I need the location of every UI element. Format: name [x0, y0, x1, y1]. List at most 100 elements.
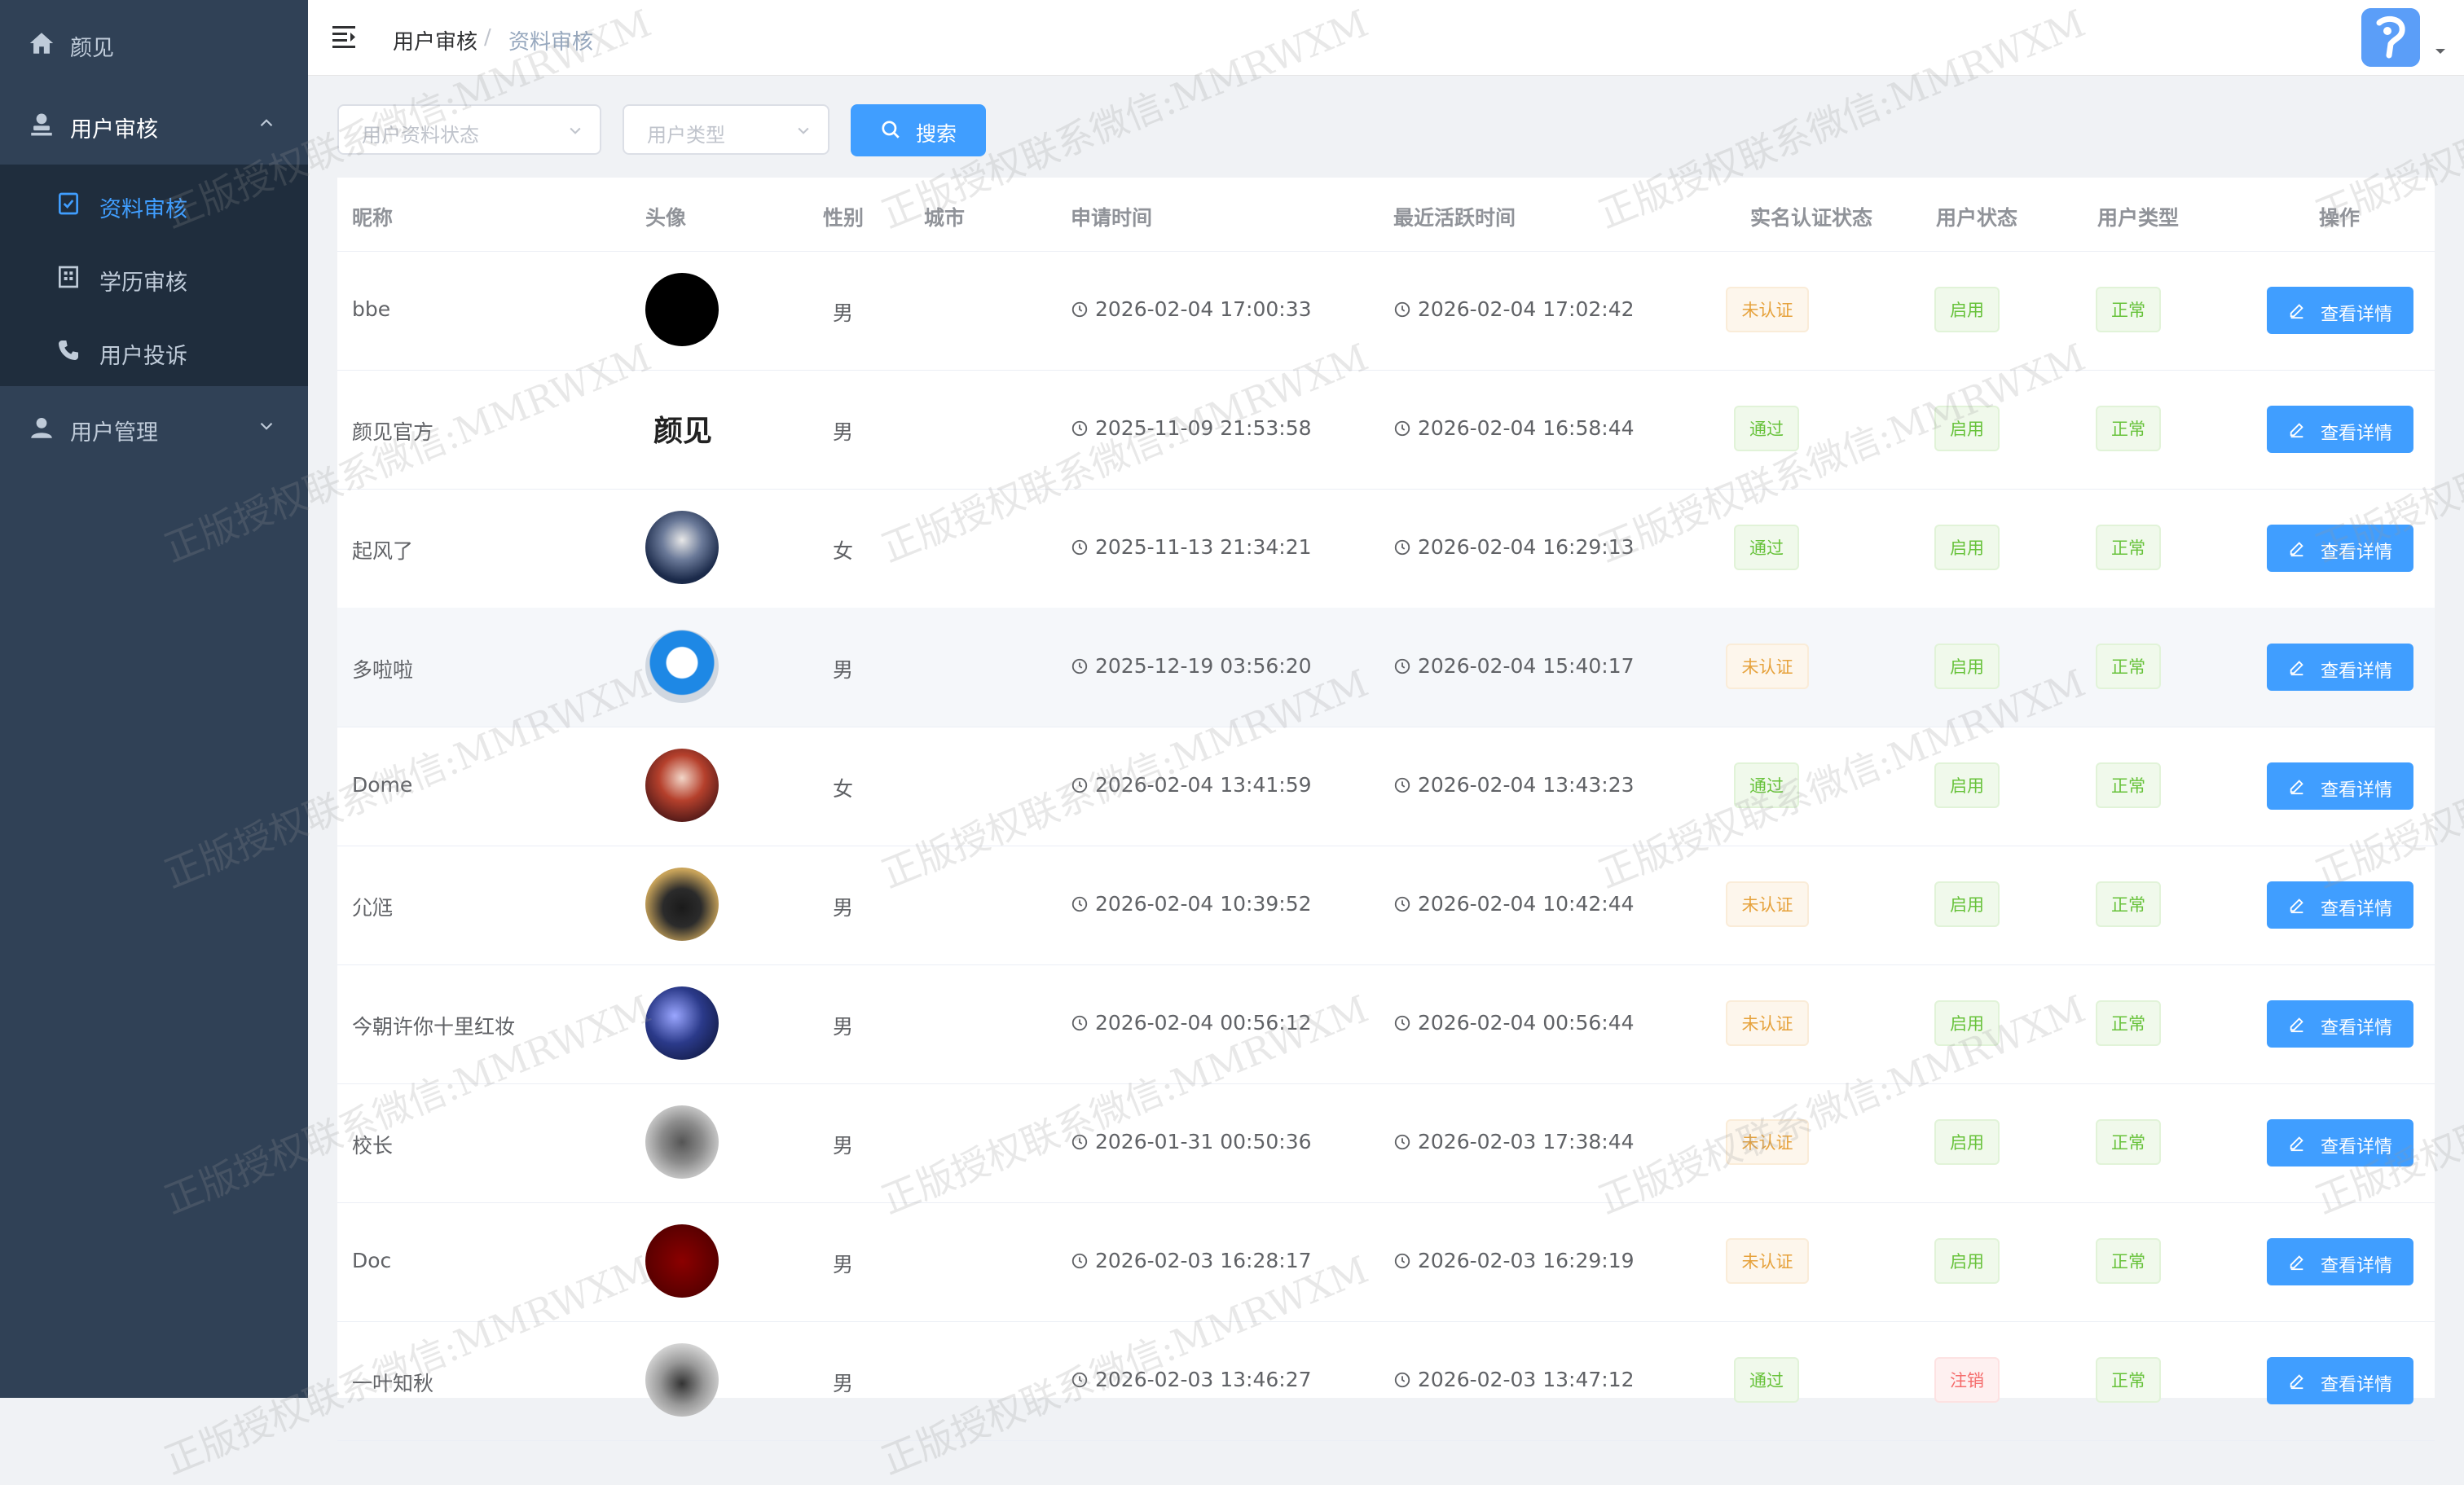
view-details-label: 查看详情	[2321, 305, 2393, 325]
cell-apply-time: 2026-02-04 00:56:12	[1071, 1011, 1312, 1035]
cell-apply-time: 2026-02-03 16:28:17	[1071, 1249, 1312, 1272]
table-row: 今朝许你十里红妆 男 2026-02-04 00:56:12 2026-02-04 0…	[337, 964, 2435, 1084]
breadcrumb-separator: /	[484, 25, 491, 50]
user-type-badge: 正常	[2096, 1000, 2161, 1046]
avatar-logo-text: 颜见	[653, 415, 713, 448]
sidebar-item-profile-audit[interactable]: 资料审核	[0, 168, 308, 241]
apply-time-text: 2026-02-04 00:56:12	[1095, 1011, 1312, 1035]
table-row: 尣尩 男 2026-02-04 10:39:52 2026-02-04 10:42:4…	[337, 846, 2435, 965]
auth-status-badge: 未认证	[1726, 1238, 1809, 1284]
cell-active-time: 2026-02-03 13:47:12	[1393, 1368, 1635, 1391]
cell-gender: 男	[833, 896, 854, 920]
apply-time-text: 2026-01-31 00:50:36	[1095, 1130, 1312, 1153]
col-actions: 操作	[2319, 206, 2361, 230]
profile-table: 昵称 头像 性别 城市 申请时间 最近活跃时间 实名认证状态 用户状态 用户类型…	[337, 178, 2435, 1441]
table-row: Dome 女 2026-02-04 13:41:59 2026-02-04 13:43…	[337, 727, 2435, 846]
view-details-button[interactable]: 查看详情	[2267, 762, 2413, 810]
apply-time-text: 2026-02-04 17:00:33	[1095, 297, 1312, 321]
cell-nickname: 多啦啦	[352, 658, 414, 682]
menu-fold-icon[interactable]	[332, 24, 359, 49]
edit-icon	[2290, 661, 2303, 676]
apply-time-text: 2025-11-13 21:34:21	[1095, 535, 1312, 559]
view-details-label: 查看详情	[2321, 661, 2393, 682]
avatar	[645, 1343, 719, 1417]
clock-icon	[1071, 539, 1088, 556]
cell-apply-time: 2025-11-09 21:53:58	[1071, 416, 1312, 440]
document-check-icon	[59, 192, 78, 215]
cell-apply-time: 2025-11-13 21:34:21	[1071, 535, 1312, 559]
sidebar-item-label: 用户管理	[70, 420, 158, 446]
cell-active-time: 2026-02-04 15:40:17	[1393, 654, 1635, 678]
auth-status-badge: 未认证	[1726, 644, 1809, 689]
avatar	[645, 749, 719, 822]
edit-icon	[2290, 780, 2303, 795]
cell-gender: 男	[833, 1015, 854, 1039]
chevron-down-icon	[570, 127, 581, 134]
clock-icon	[1394, 896, 1410, 912]
sidebar-item-education-audit[interactable]: 学历审核	[0, 241, 308, 314]
view-details-button[interactable]: 查看详情	[2267, 525, 2413, 572]
caret-down-icon[interactable]	[2433, 46, 2448, 57]
user-type-badge: 正常	[2096, 525, 2161, 570]
cell-apply-time: 2026-02-03 13:46:27	[1071, 1368, 1312, 1391]
cell-nickname: Dome	[352, 773, 413, 797]
view-details-button[interactable]: 查看详情	[2267, 881, 2413, 929]
user-stamp-icon	[31, 113, 52, 136]
user-type-badge: 正常	[2096, 1238, 2161, 1284]
auth-status-badge: 未认证	[1726, 1119, 1809, 1165]
edit-icon	[2290, 1255, 2303, 1271]
view-details-button[interactable]: 查看详情	[2267, 1238, 2413, 1285]
active-time-text: 2026-02-04 13:43:23	[1418, 773, 1635, 797]
cell-gender: 男	[833, 1253, 854, 1276]
edit-icon	[2290, 304, 2303, 319]
table-header: 昵称 头像 性别 城市 申请时间 最近活跃时间 实名认证状态 用户状态 用户类型…	[337, 178, 2435, 252]
sidebar-item-home[interactable]: 颜见	[0, 3, 308, 85]
cell-nickname: 校长	[352, 1134, 394, 1158]
cell-active-time: 2026-02-04 10:42:44	[1393, 892, 1635, 916]
sidebar-item-label: 资料审核	[99, 197, 187, 222]
user-avatar[interactable]	[2361, 8, 2420, 67]
clock-icon	[1071, 896, 1088, 912]
sidebar-item-user-manage[interactable]: 用户管理	[0, 388, 308, 469]
edit-icon	[2290, 1136, 2303, 1152]
table-row: 校长 男 2026-01-31 00:50:36 2026-02-03 17:38:4…	[337, 1083, 2435, 1203]
view-details-label: 查看详情	[2321, 424, 2393, 444]
cell-nickname: bbe	[352, 297, 391, 321]
clock-icon	[1394, 420, 1410, 437]
user-type-select[interactable]: 用户类型	[623, 104, 829, 155]
clock-icon	[1071, 658, 1088, 674]
search-button-label: 搜索	[916, 122, 957, 146]
view-details-button[interactable]: 查看详情	[2267, 406, 2413, 453]
view-details-label: 查看详情	[2321, 1018, 2393, 1039]
user-status-badge: 启用	[1934, 881, 2000, 927]
view-details-button[interactable]: 查看详情	[2267, 1357, 2413, 1404]
avatar	[645, 511, 719, 584]
view-details-label: 查看详情	[2321, 1375, 2393, 1395]
apply-time-text: 2025-12-19 03:56:20	[1095, 654, 1312, 678]
active-time-text: 2026-02-04 10:42:44	[1418, 892, 1635, 916]
view-details-button[interactable]: 查看详情	[2267, 287, 2413, 334]
sidebar-item-complaint[interactable]: 用户投诉	[0, 314, 308, 388]
active-time-text: 2026-02-04 16:29:13	[1418, 535, 1635, 559]
breadcrumb-current: 资料审核	[508, 30, 594, 55]
user-status-select[interactable]: 用户资料状态	[337, 104, 601, 155]
view-details-button[interactable]: 查看详情	[2267, 1000, 2413, 1048]
cell-apply-time: 2026-02-04 17:00:33	[1071, 297, 1312, 321]
view-details-button[interactable]: 查看详情	[2267, 644, 2413, 691]
search-button[interactable]: 搜索	[851, 104, 986, 156]
view-details-button[interactable]: 查看详情	[2267, 1119, 2413, 1166]
user-type-badge: 正常	[2096, 406, 2161, 451]
sidebar-item-user-audit[interactable]: 用户审核	[0, 85, 308, 166]
active-time-text: 2026-02-03 13:47:12	[1418, 1368, 1635, 1391]
building-icon	[59, 266, 78, 288]
top-navbar: 用户审核 / 资料审核	[308, 0, 2464, 76]
auth-status-badge: 未认证	[1726, 881, 1809, 927]
user-status-badge: 启用	[1934, 1119, 2000, 1165]
clock-icon	[1394, 658, 1410, 674]
user-status-badge: 启用	[1934, 1000, 2000, 1046]
user-status-badge: 启用	[1934, 525, 2000, 570]
clock-icon	[1394, 777, 1410, 793]
user-status-badge: 启用	[1934, 762, 2000, 808]
avatar	[645, 868, 719, 941]
cell-nickname: 起风了	[352, 539, 414, 563]
